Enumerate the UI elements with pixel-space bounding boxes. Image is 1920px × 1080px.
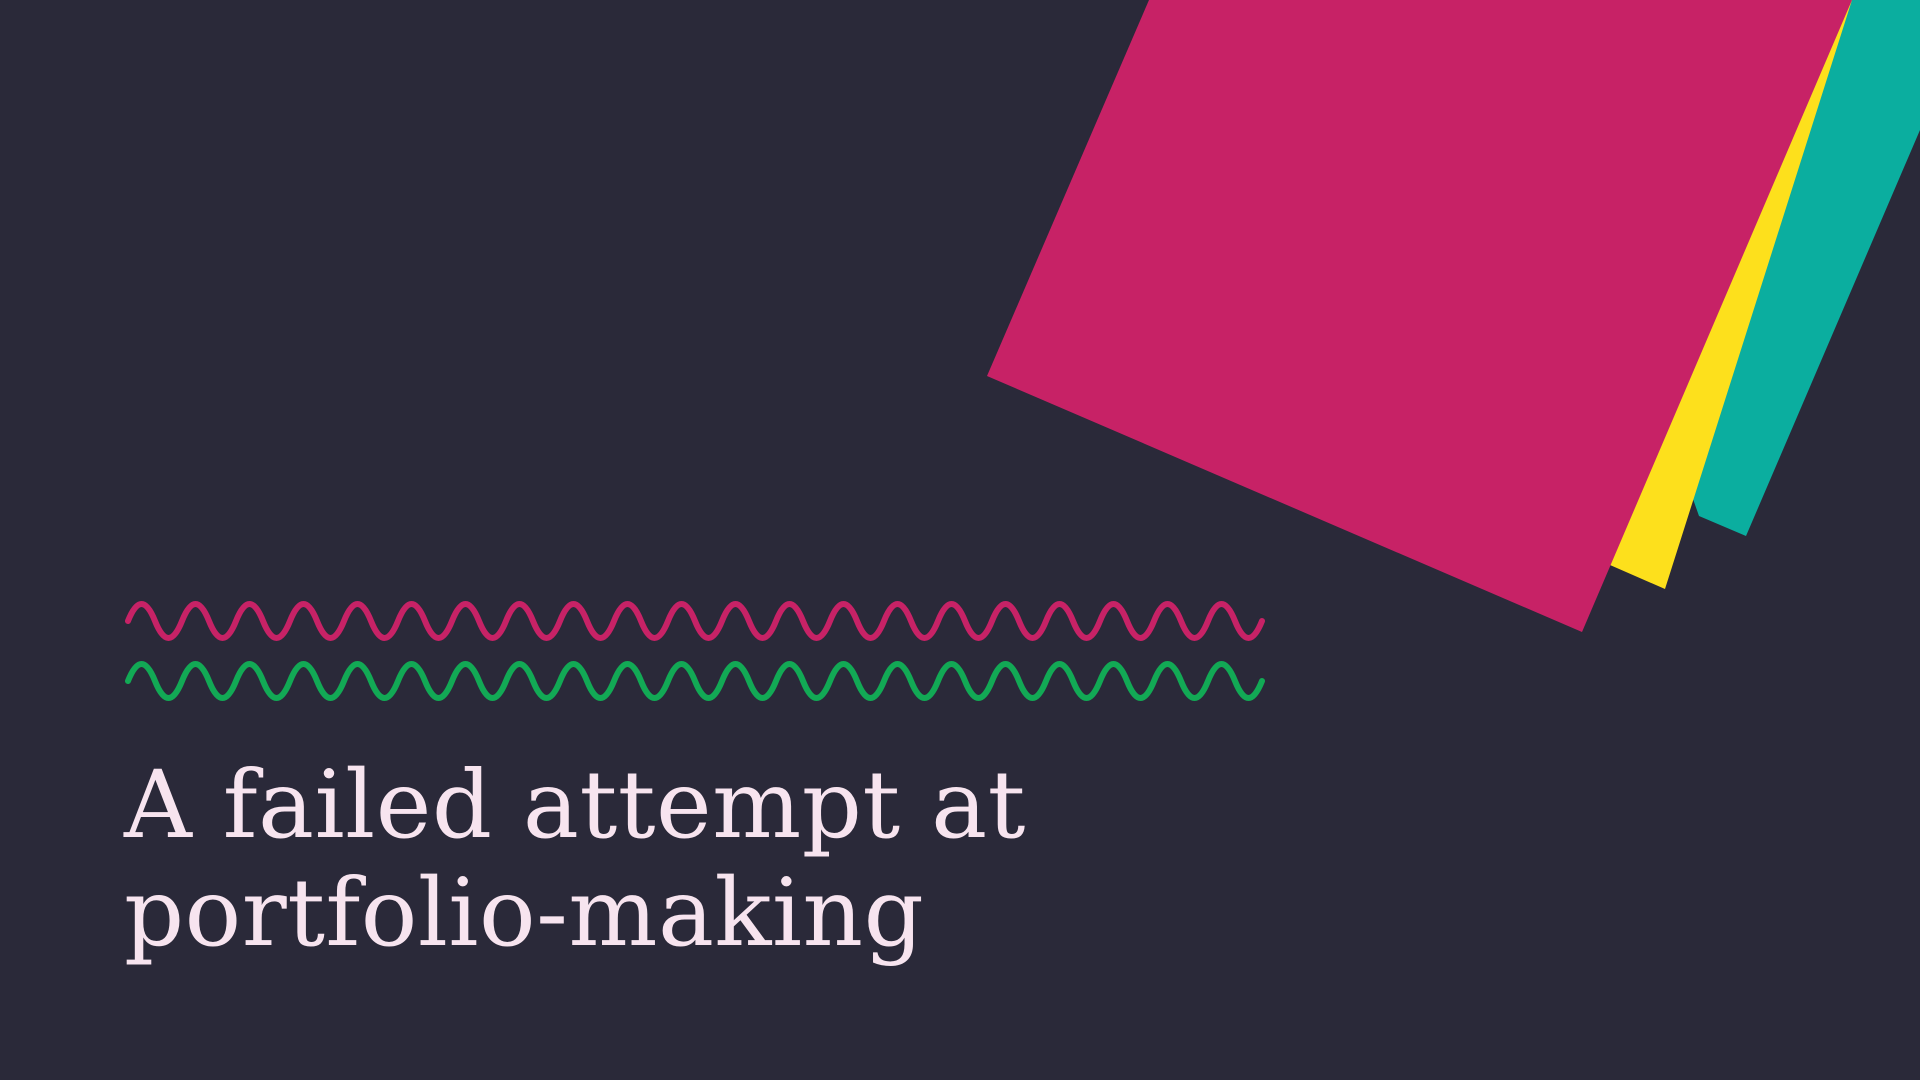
slide-title-line-2: portfolio-making (124, 859, 925, 968)
wavy-line-top-path (125, 601, 1265, 641)
slide-title-line-1: A failed attempt at (124, 751, 1026, 860)
wavy-line-top (125, 598, 1277, 644)
wavy-line-bottom-path (125, 661, 1265, 701)
wavy-line-bottom (125, 658, 1277, 704)
slide-title: A failed attempt at portfolio-making (124, 752, 1224, 968)
